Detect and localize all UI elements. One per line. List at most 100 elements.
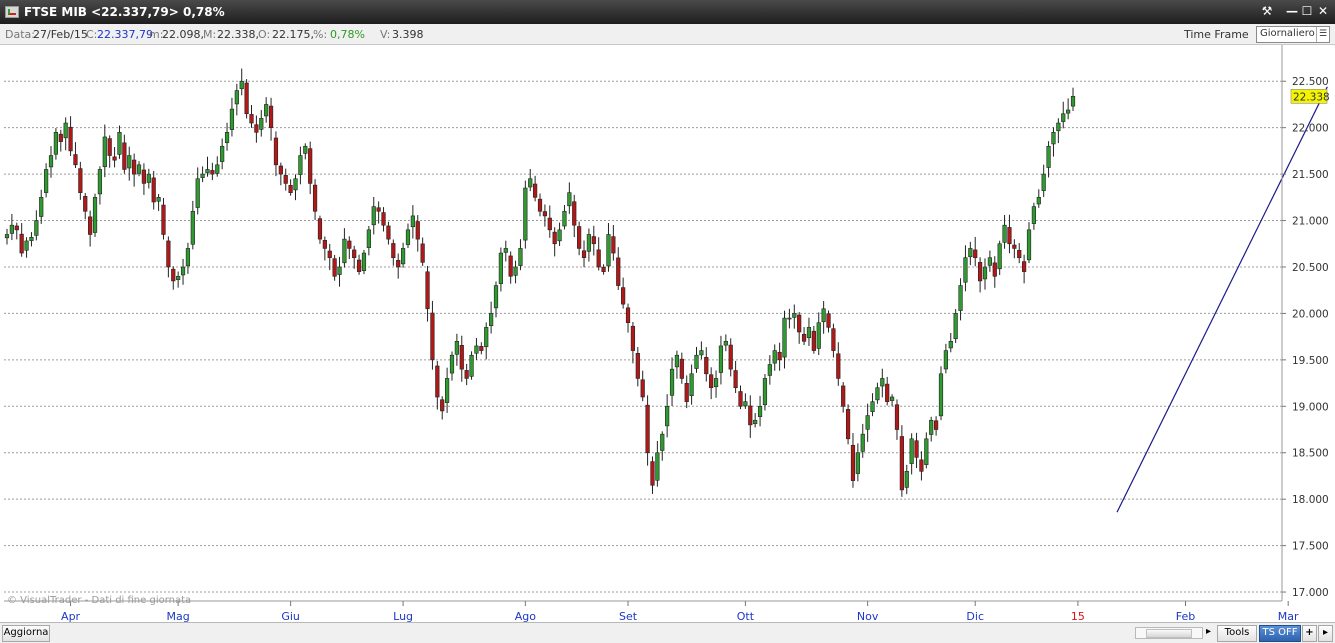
candle-up (92, 197, 98, 233)
scrollbar-thumb[interactable] (1146, 629, 1192, 638)
candle-down (679, 358, 684, 379)
candle-down (440, 399, 445, 412)
candle-up (1070, 95, 1076, 107)
candle-down (577, 226, 582, 249)
candle-up (366, 229, 371, 248)
candle-down (171, 268, 176, 282)
title-bar: FTSE MIB <22.337,79> 0,78% ⚒ — ☐ ✕ (0, 0, 1335, 24)
expand-icon[interactable]: ▸ (1318, 625, 1333, 642)
candle-up (997, 243, 1002, 270)
candle-up (200, 173, 205, 178)
candle-down (684, 383, 689, 402)
candle-down (479, 346, 484, 351)
candle-down (322, 239, 327, 249)
candle-down (733, 370, 738, 389)
tools-icon[interactable]: ⚒ (1259, 3, 1275, 19)
candle-up (762, 378, 768, 406)
candle-down (533, 183, 538, 198)
candle-up (337, 266, 342, 275)
candle-down (254, 124, 259, 133)
candle-down (161, 204, 166, 235)
candle-up (454, 340, 459, 355)
y-tick-label: 21.000 (1292, 216, 1329, 228)
candle-up (39, 197, 44, 217)
candle-down (83, 195, 88, 212)
candle-up (342, 238, 347, 264)
candle-up (449, 354, 455, 374)
candle-up (190, 210, 195, 245)
candle-up (987, 257, 992, 266)
candle-down (616, 257, 621, 286)
candle-down (391, 243, 396, 258)
candle-up (699, 350, 704, 356)
chart-app-icon (5, 6, 19, 18)
timeframe-select[interactable]: Giornaliero ☰ (1256, 26, 1330, 43)
y-tick-label: 18.500 (1292, 448, 1329, 460)
y-tick-label: 22.500 (1292, 76, 1329, 88)
candle-up (127, 155, 132, 169)
candle-down (552, 231, 557, 245)
minimize-button[interactable]: — (1284, 3, 1300, 19)
candle-up (953, 313, 958, 340)
candle-down (1012, 244, 1017, 249)
candle-up (1066, 109, 1071, 114)
add-button[interactable]: + (1302, 625, 1317, 642)
dropdown-menu-icon[interactable]: ☰ (1316, 27, 1329, 42)
time-scrollbar[interactable] (1135, 627, 1203, 639)
candle-down (640, 379, 645, 398)
candle-up (787, 317, 792, 320)
y-axis: 22.500 22.000 21.500 21.000 20.500 20.000 19.5… (1281, 45, 1330, 601)
candle-up (229, 108, 235, 130)
candle-up (718, 345, 724, 373)
candle-up (498, 252, 503, 284)
candle-up (303, 145, 308, 154)
refresh-button[interactable]: Aggiorna (2, 625, 50, 642)
last-price-label: 22.338 (1293, 91, 1330, 103)
tools-button[interactable]: Tools (1217, 625, 1257, 642)
y-tick-label: 17.000 (1292, 587, 1329, 599)
pct-value: 0,78% (330, 28, 365, 41)
date-value: 27/Feb/15 (33, 28, 88, 41)
candle-down (308, 148, 313, 184)
candle-up (782, 317, 787, 358)
candle-down (244, 82, 249, 115)
candle-up (518, 248, 523, 266)
x-tick-label: Feb (1176, 610, 1195, 622)
candle-down (596, 249, 601, 268)
candle-up (1031, 206, 1036, 224)
candle-up (97, 169, 103, 195)
candle-up (938, 373, 944, 417)
volume-label: V: (380, 28, 391, 41)
candle-down (122, 142, 127, 170)
candle-down (210, 170, 215, 175)
open-value: 22.175, (272, 28, 314, 41)
candle-up (136, 164, 142, 174)
candle-up (410, 215, 415, 228)
candle-up (924, 438, 929, 465)
candle-down (273, 137, 279, 166)
candle-up (503, 248, 508, 253)
candle-up (48, 155, 54, 168)
close-button[interactable]: ✕ (1315, 3, 1331, 19)
candle-up (1061, 113, 1066, 122)
maximize-button[interactable]: ☐ (1299, 3, 1315, 19)
x-tick-label: 15 (1071, 610, 1085, 622)
candle-down (899, 436, 904, 491)
candle-up (743, 401, 748, 407)
ts-toggle-button[interactable]: TS OFF (1259, 625, 1301, 642)
x-tick-label: Dic (966, 610, 984, 622)
min-value: 22.098, (162, 28, 204, 41)
timeframe-value: Giornaliero (1260, 28, 1315, 39)
candle-up (405, 229, 411, 245)
price-chart[interactable]: 22.500 22.000 21.500 21.000 20.500 20.000 19.5… (0, 45, 1335, 622)
candle-up (1046, 145, 1051, 168)
scroll-right-icon[interactable]: ▸ (1204, 625, 1213, 640)
candle-down (327, 250, 332, 258)
candle-up (660, 433, 665, 451)
candle-down (542, 211, 547, 217)
candle-down (738, 391, 743, 407)
candle-down (709, 374, 714, 389)
candle-up (1036, 197, 1041, 205)
candle-up (816, 322, 821, 349)
max-value: 22.338, (217, 28, 259, 41)
